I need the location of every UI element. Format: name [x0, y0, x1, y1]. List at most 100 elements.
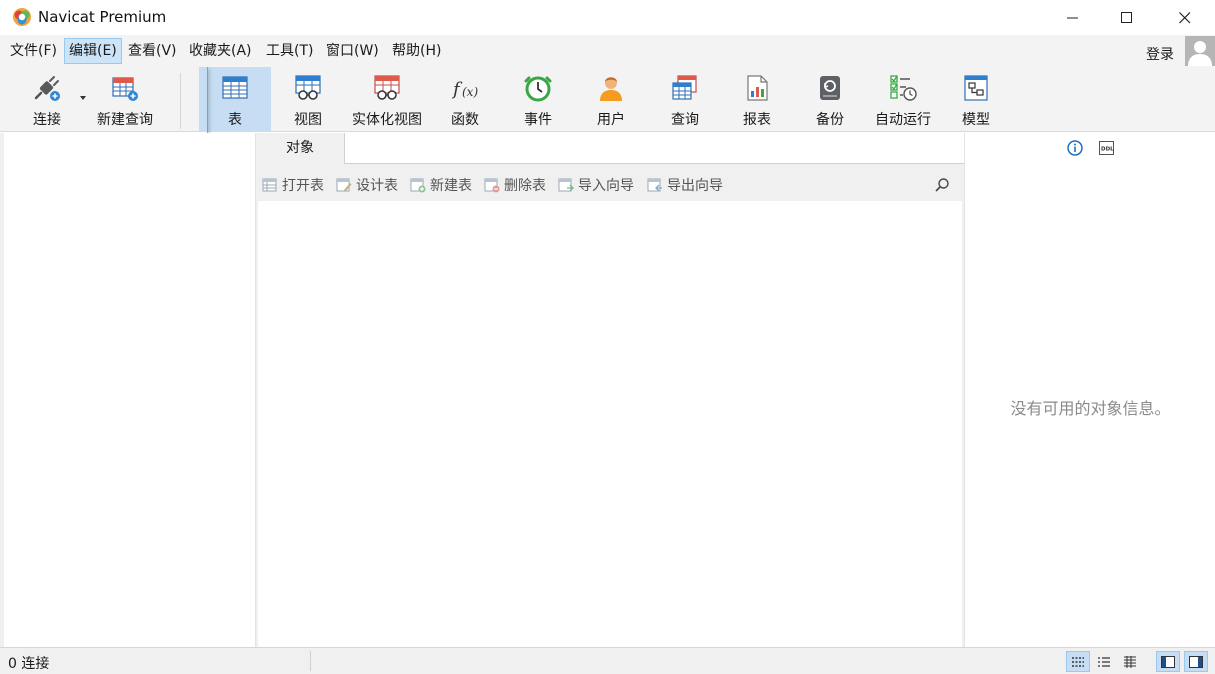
- table-label: 表: [228, 112, 242, 128]
- user-label: 用户: [597, 112, 625, 128]
- svg-text:DDL: DDL: [1101, 147, 1114, 153]
- detail-view-icon: [1124, 655, 1136, 668]
- design-table-label: 设计表: [356, 178, 398, 194]
- import-wizard-button[interactable]: 导入向导: [558, 175, 634, 195]
- tab-strip: [344, 133, 964, 164]
- backup-icon: [815, 73, 845, 103]
- query-button[interactable]: 查询: [664, 67, 706, 131]
- connection-count: 0 连接: [8, 656, 50, 672]
- export-wizard-label: 导出向导: [667, 178, 723, 194]
- status-divider: [310, 651, 311, 671]
- new-query-label: 新建查询: [97, 112, 153, 128]
- plug-icon: [32, 73, 62, 103]
- model-icon: [961, 73, 991, 103]
- info-icon[interactable]: [1067, 140, 1083, 156]
- table-button[interactable]: 表: [199, 67, 271, 131]
- event-button[interactable]: 事件: [517, 67, 559, 131]
- automation-icon: [888, 73, 918, 103]
- menu-tools[interactable]: 工具(T): [262, 38, 317, 64]
- connect-button[interactable]: 连接: [24, 67, 70, 131]
- new-query-button[interactable]: 新建查询: [92, 67, 158, 131]
- view-icon: [293, 73, 323, 103]
- open-table-label: 打开表: [282, 178, 324, 194]
- new-table-icon: [410, 178, 426, 193]
- report-button[interactable]: 报表: [736, 67, 778, 131]
- ddl-icon[interactable]: DDL: [1099, 141, 1114, 155]
- object-list[interactable]: [258, 201, 962, 647]
- window-title: Navicat Premium: [38, 8, 167, 26]
- menu-help[interactable]: 帮助(H): [388, 38, 445, 64]
- view-button[interactable]: 视图: [281, 67, 335, 131]
- minimize-icon: [1067, 17, 1078, 18]
- new-table-button[interactable]: 新建表: [410, 175, 472, 195]
- tab-objects[interactable]: 对象: [256, 133, 344, 164]
- detail-view-button[interactable]: [1118, 651, 1142, 672]
- report-icon: [742, 73, 772, 103]
- navicat-logo-icon: [13, 8, 31, 26]
- materialized-view-label: 实体化视图: [352, 112, 422, 128]
- menu-favorites[interactable]: 收藏夹(A): [185, 38, 256, 64]
- open-table-icon: [262, 178, 277, 192]
- svg-text:(x): (x): [462, 85, 478, 99]
- menu-view[interactable]: 查看(V): [124, 38, 181, 64]
- menu-window[interactable]: 窗口(W): [322, 38, 383, 64]
- design-table-button[interactable]: 设计表: [336, 175, 398, 195]
- query-icon: [670, 73, 700, 103]
- menu-file[interactable]: 文件(F): [6, 38, 61, 64]
- right-panel-icon: [1189, 655, 1203, 668]
- object-pane: 对象 打开表 设计表 新建表 删除表 导入向导 导出向导: [256, 133, 964, 647]
- status-bar: 0 连接: [0, 647, 1215, 674]
- main-toolbar: 连接 新建查询 表 视图 实体化视图 f (x) 函数 事件 用户 查询 报表 …: [0, 67, 1215, 132]
- backup-label: 备份: [816, 112, 844, 128]
- close-button[interactable]: [1162, 0, 1208, 35]
- object-toolbar: 打开表 设计表 新建表 删除表 导入向导 导出向导: [256, 167, 964, 201]
- menu-edit[interactable]: 编辑(E): [64, 38, 122, 64]
- maximize-button[interactable]: [1104, 0, 1150, 35]
- import-icon: [558, 178, 574, 192]
- user-avatar-icon: [1188, 41, 1212, 66]
- delete-table-button[interactable]: 删除表: [484, 175, 546, 195]
- toggle-navigator-button[interactable]: [1156, 651, 1180, 672]
- table-icon: [220, 73, 250, 103]
- model-label: 模型: [962, 112, 990, 128]
- open-table-button[interactable]: 打开表: [262, 175, 324, 195]
- maximize-icon: [1121, 11, 1132, 23]
- connect-dropdown-arrow[interactable]: [80, 96, 86, 100]
- left-panel-icon: [1161, 655, 1175, 668]
- model-button[interactable]: 模型: [955, 67, 997, 131]
- delete-table-label: 删除表: [504, 178, 546, 194]
- connection-navigator[interactable]: [4, 133, 256, 647]
- design-table-icon: [336, 178, 352, 192]
- automation-label: 自动运行: [875, 112, 931, 128]
- event-label: 事件: [524, 112, 552, 128]
- user-button[interactable]: 用户: [590, 67, 632, 131]
- query-label: 查询: [671, 112, 699, 128]
- user-icon: [596, 73, 626, 103]
- automation-button[interactable]: 自动运行: [871, 67, 935, 131]
- avatar[interactable]: [1185, 36, 1215, 66]
- list-view-button[interactable]: [1092, 651, 1116, 672]
- export-icon: [647, 178, 662, 192]
- alarm-clock-icon: [523, 73, 553, 103]
- toggle-info-pane-button[interactable]: [1184, 651, 1208, 672]
- search-icon[interactable]: [934, 177, 950, 193]
- grid-view-button[interactable]: [1066, 651, 1090, 672]
- list-view-icon: [1098, 656, 1110, 667]
- report-label: 报表: [743, 112, 771, 128]
- close-icon: [1179, 11, 1191, 23]
- login-link[interactable]: 登录: [1146, 44, 1174, 64]
- new-table-label: 新建表: [430, 178, 472, 194]
- backup-button[interactable]: 备份: [809, 67, 851, 131]
- export-wizard-button[interactable]: 导出向导: [647, 175, 723, 195]
- view-label: 视图: [294, 112, 322, 128]
- function-label: 函数: [451, 112, 479, 128]
- toolbar-separator: [180, 73, 181, 129]
- minimize-button[interactable]: [1050, 0, 1096, 35]
- grid-view-icon: [1072, 656, 1084, 667]
- function-button[interactable]: f (x) 函数: [444, 67, 486, 131]
- import-wizard-label: 导入向导: [578, 178, 634, 194]
- materialized-view-button[interactable]: 实体化视图: [347, 67, 427, 131]
- menu-bar: 文件(F) 编辑(E) 查看(V) 收藏夹(A) 工具(T) 窗口(W) 帮助(…: [0, 35, 1215, 67]
- title-bar: Navicat Premium: [0, 0, 1215, 35]
- delete-table-icon: [484, 178, 500, 193]
